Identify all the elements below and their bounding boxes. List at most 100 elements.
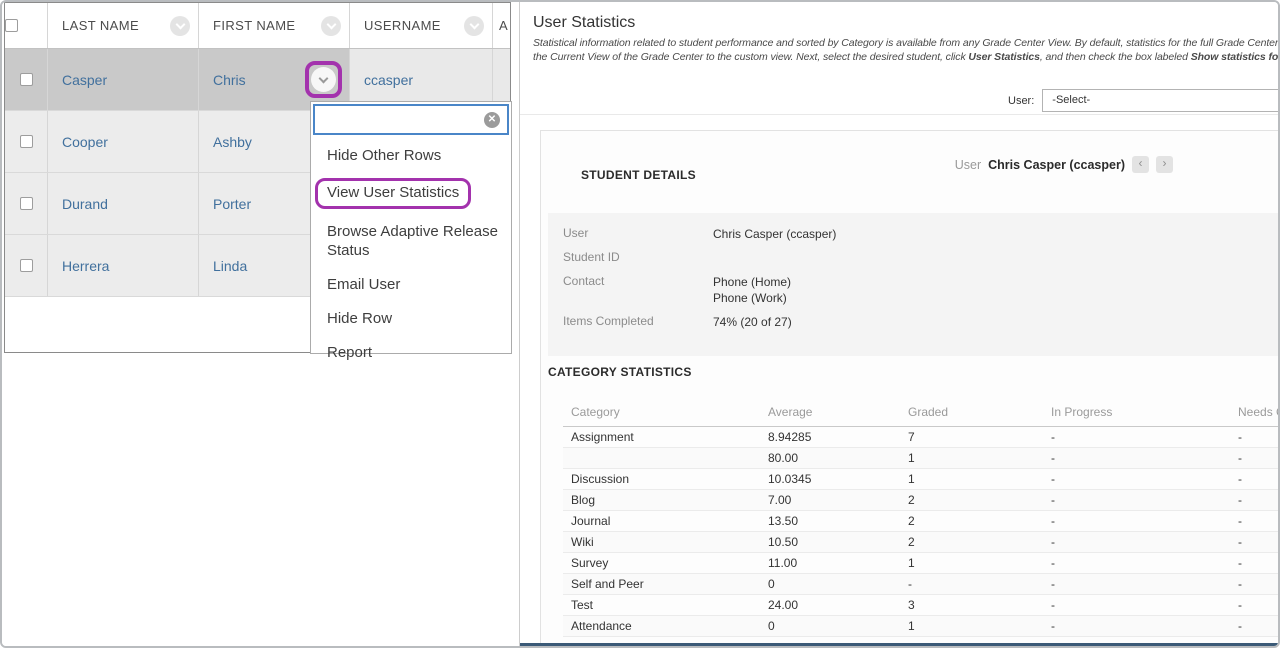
category-statistics-heading: CATEGORY STATISTICS <box>548 365 692 379</box>
menu-item[interactable]: Hide Row <box>327 309 511 328</box>
graded-cell: 3 <box>900 595 1043 616</box>
menu-item[interactable]: Email User <box>327 275 511 294</box>
row-checkbox-cell <box>5 111 48 172</box>
category-cell: Attendance <box>563 616 760 637</box>
last-name-link[interactable]: Durand <box>62 196 108 212</box>
last-name-cell: Herrera <box>48 235 199 296</box>
detail-label: Student ID <box>563 250 713 266</box>
average-cell: 8.94285 <box>760 427 900 448</box>
category-cell: Discussion <box>563 469 760 490</box>
column-header: Average <box>760 399 900 427</box>
average-cell: 10.50 <box>760 532 900 553</box>
student-details-box: User Chris Casper (ccasper) Student ID C… <box>548 213 1278 356</box>
average-cell: 0 <box>760 616 900 637</box>
row-checkbox[interactable] <box>20 197 33 210</box>
average-cell: 10.0345 <box>760 469 900 490</box>
detail-value: Chris Casper (ccasper) <box>713 226 836 242</box>
action-bar-separator <box>520 114 1278 115</box>
username-link[interactable]: ccasper <box>364 72 413 88</box>
menu-search-input[interactable]: ✕ <box>313 104 509 135</box>
menu-item[interactable]: Hide Other Rows <box>327 146 511 165</box>
needs-grading-cell: - <box>1230 553 1278 574</box>
column-header: Category <box>563 399 760 427</box>
detail-row: User Chris Casper (ccasper) <box>563 226 1278 242</box>
graded-cell: 1 <box>900 448 1043 469</box>
column-header-first-name[interactable]: FIRST NAME <box>199 3 350 48</box>
category-cell: Wiki <box>563 532 760 553</box>
graded-cell: 7 <box>900 427 1043 448</box>
first-name-link[interactable]: Ashby <box>213 134 252 150</box>
category-table-row: Self and Peer 0 - - - <box>563 574 1278 595</box>
menu-item-list: Hide Other Rows View User Statistics Bro… <box>311 146 511 377</box>
detail-row: Contact Phone (Home) Phone (Work) <box>563 274 1278 306</box>
menu-item[interactable]: Browse Adaptive Release Status <box>327 222 511 260</box>
graded-cell: 1 <box>900 616 1043 637</box>
column-label: FIRST NAME <box>213 18 296 33</box>
menu-item-label: Browse Adaptive Release Status <box>327 223 498 259</box>
row-checkbox[interactable] <box>20 259 33 272</box>
graded-cell: 2 <box>900 490 1043 511</box>
select-all-checkbox[interactable] <box>5 19 18 32</box>
statistics-content-box: User Chris Casper (ccasper) ‹ › STUDENT … <box>540 130 1278 643</box>
row-checkbox[interactable] <box>20 73 33 86</box>
last-name-link[interactable]: Herrera <box>62 258 109 274</box>
category-table-row: Wiki 10.50 2 - - <box>563 532 1278 553</box>
select-all-cell <box>5 3 48 48</box>
menu-item-label: View User Statistics <box>315 178 471 209</box>
column-header-username[interactable]: USERNAME <box>350 3 493 48</box>
detail-row: Student ID <box>563 250 1278 266</box>
last-name-cell: Durand <box>48 173 199 234</box>
first-name-link[interactable]: Linda <box>213 258 247 274</box>
row-checkbox-cell <box>5 235 48 296</box>
needs-grading-cell: - <box>1230 595 1278 616</box>
column-header-last-name[interactable]: LAST NAME <box>48 3 199 48</box>
user-pager-value: Chris Casper (ccasper) <box>988 158 1125 172</box>
in-progress-cell: - <box>1043 490 1230 511</box>
first-name-link[interactable]: Chris <box>213 72 246 88</box>
in-progress-cell: - <box>1043 448 1230 469</box>
row-checkbox[interactable] <box>20 135 33 148</box>
needs-grading-cell: - <box>1230 574 1278 595</box>
chevron-down-icon <box>311 67 336 92</box>
column-header: In Progress <box>1043 399 1230 427</box>
category-table-header-row: Category Average Graded In Progress Need… <box>563 399 1278 427</box>
row-context-menu-button[interactable] <box>305 61 342 98</box>
user-statistics-pane: User Statistics Statistical information … <box>520 2 1278 646</box>
detail-value: Phone (Home) Phone (Work) <box>713 274 791 306</box>
needs-grading-cell: - <box>1230 616 1278 637</box>
in-progress-cell: - <box>1043 511 1230 532</box>
user-select-row: User: -Select- <box>1008 89 1278 112</box>
in-progress-cell: - <box>1043 553 1230 574</box>
average-cell: 80.00 <box>760 448 900 469</box>
chevron-down-icon[interactable] <box>170 16 190 36</box>
page-title: User Statistics <box>533 14 635 32</box>
column-label: USERNAME <box>364 18 441 33</box>
user-select-dropdown[interactable]: -Select- <box>1042 89 1278 112</box>
needs-grading-cell: - <box>1230 532 1278 553</box>
table-header-row: LAST NAME FIRST NAME USERNAME A <box>5 3 510 49</box>
average-cell: 0 <box>760 574 900 595</box>
clear-search-icon[interactable]: ✕ <box>484 112 500 128</box>
graded-cell: 2 <box>900 511 1043 532</box>
in-progress-cell: - <box>1043 595 1230 616</box>
page-description-line2: the Current View of the Grade Center to … <box>533 51 1278 63</box>
menu-item[interactable]: View User Statistics <box>327 180 511 209</box>
average-cell: 11.00 <box>760 553 900 574</box>
category-table-row: Blog 7.00 2 - - <box>563 490 1278 511</box>
menu-item-label: Hide Other Rows <box>327 147 441 164</box>
screenshot-frame: LAST NAME FIRST NAME USERNAME A <box>0 0 1280 648</box>
last-name-link[interactable]: Cooper <box>62 134 108 150</box>
first-name-link[interactable]: Porter <box>213 196 251 212</box>
row-checkbox-cell <box>5 49 48 110</box>
chevron-down-icon[interactable] <box>321 16 341 36</box>
chevron-down-icon[interactable] <box>464 16 484 36</box>
category-table-row: Test 24.00 3 - - <box>563 595 1278 616</box>
needs-grading-cell: - <box>1230 448 1278 469</box>
detail-label: Contact <box>563 274 713 306</box>
last-name-cell: Casper <box>48 49 199 110</box>
last-name-link[interactable]: Casper <box>62 72 107 88</box>
menu-item[interactable]: Report <box>327 343 511 362</box>
in-progress-cell: - <box>1043 532 1230 553</box>
next-user-button[interactable]: › <box>1156 156 1173 173</box>
previous-user-button[interactable]: ‹ <box>1132 156 1149 173</box>
